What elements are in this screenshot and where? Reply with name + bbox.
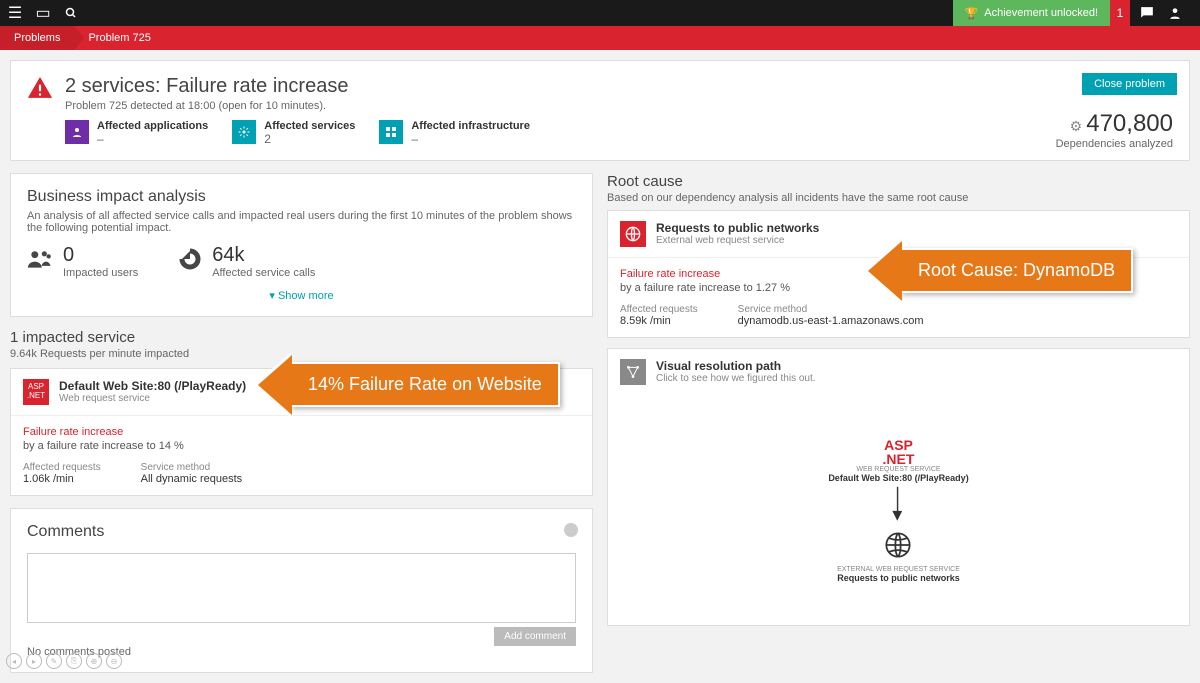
impacted-service-section: 1 impacted service 9.64k Requests per mi…: [10, 329, 593, 496]
nav-circle-2[interactable]: ▸: [26, 653, 42, 669]
search-icon[interactable]: [64, 6, 78, 20]
service-name: Default Web Site:80 (/PlayReady): [59, 379, 246, 393]
nav-circle-5[interactable]: ⊕: [86, 653, 102, 669]
chat-icon[interactable]: [1140, 6, 1154, 20]
affected-apps[interactable]: Affected applications –: [65, 120, 208, 146]
nav-circle-1[interactable]: ◂: [6, 653, 22, 669]
breadcrumb: Problems Problem 725: [0, 26, 1200, 50]
achievement-banner[interactable]: 🏆 Achievement unlocked!: [953, 0, 1110, 26]
problem-title: 2 services: Failure rate increase: [65, 75, 1173, 98]
infra-icon: [379, 120, 403, 144]
affected-services[interactable]: Affected services 2: [232, 120, 355, 146]
help-icon[interactable]: [564, 523, 578, 537]
close-problem-button[interactable]: Close problem: [1082, 73, 1177, 95]
trophy-icon: 🏆: [965, 7, 979, 20]
annotation-right: Root Cause: DynamoDB: [900, 248, 1133, 293]
dependencies-analyzed: ⚙470,800 Dependencies analyzed: [1056, 110, 1173, 150]
users-icon: [27, 248, 53, 276]
breadcrumb-root[interactable]: Problems: [0, 26, 74, 50]
bottom-toolbar: ◂ ▸ ✎ ⎘ ⊕ ⊖: [6, 653, 122, 669]
root-service-type: External web request service: [656, 235, 819, 246]
breadcrumb-current[interactable]: Problem 725: [74, 26, 164, 50]
impacted-title: 1 impacted service: [10, 329, 593, 346]
top-bar: ☰ ▭ 🏆 Achievement unlocked! 1: [0, 0, 1200, 26]
impact-analysis-card: Business impact analysis An analysis of …: [10, 173, 593, 317]
nav-circle-6[interactable]: ⊖: [106, 653, 122, 669]
failure-title: Failure rate increase: [23, 426, 580, 438]
arrow-down-icon: │▾: [892, 491, 905, 523]
apps-icon: [65, 120, 89, 144]
comments-card: Comments Add comment No comments posted: [10, 508, 593, 673]
vis-title: Visual resolution path: [656, 359, 816, 373]
nav-circle-4[interactable]: ⎘: [66, 653, 82, 669]
comment-input[interactable]: [27, 553, 576, 623]
failure-desc: by a failure rate increase to 14 %: [23, 440, 580, 452]
show-more-link[interactable]: ▾ Show more: [27, 289, 576, 302]
impact-desc: An analysis of all affected service call…: [27, 210, 576, 234]
service-type: Web request service: [59, 393, 246, 404]
asp-net-badge: ASP .NET: [23, 379, 49, 405]
annotation-left: 14% Failure Rate on Website: [290, 362, 560, 407]
root-cause-sub: Based on our dependency analysis all inc…: [607, 192, 1190, 204]
impact-title: Business impact analysis: [27, 188, 576, 206]
path-icon: [620, 359, 646, 385]
monitor-icon[interactable]: ▭: [36, 6, 50, 20]
impacted-sub: 9.64k Requests per minute impacted: [10, 348, 593, 360]
affected-calls: 64k Affected service calls: [178, 244, 315, 279]
root-service-name: Requests to public networks: [656, 221, 819, 235]
resolution-path-diagram: ASP.NET WEB REQUEST SERVICE Default Web …: [608, 395, 1189, 625]
comments-title: Comments: [27, 523, 576, 541]
services-icon: [232, 120, 256, 144]
user-icon[interactable]: [1168, 6, 1182, 20]
problem-subtitle: Problem 725 detected at 18:00 (open for …: [65, 100, 1173, 112]
add-comment-button[interactable]: Add comment: [494, 627, 576, 646]
menu-icon[interactable]: ☰: [8, 6, 22, 20]
calls-icon: [178, 247, 202, 277]
problem-header: 2 services: Failure rate increase Proble…: [10, 60, 1190, 161]
globe-icon: [837, 531, 960, 566]
visual-resolution-card[interactable]: Visual resolution path Click to see how …: [607, 348, 1190, 626]
globe-badge: [620, 221, 646, 247]
vis-sub: Click to see how we figured this out.: [656, 373, 816, 384]
alert-icon: [27, 75, 53, 101]
root-cause-title: Root cause: [607, 173, 1190, 190]
impacted-users: 0 Impacted users: [27, 244, 138, 279]
affected-infra[interactable]: Affected infrastructure –: [379, 120, 530, 146]
achievement-text: Achievement unlocked!: [984, 7, 1098, 19]
notification-badge[interactable]: 1: [1110, 0, 1130, 26]
nav-circle-3[interactable]: ✎: [46, 653, 62, 669]
deps-icon: ⚙: [1070, 118, 1083, 135]
